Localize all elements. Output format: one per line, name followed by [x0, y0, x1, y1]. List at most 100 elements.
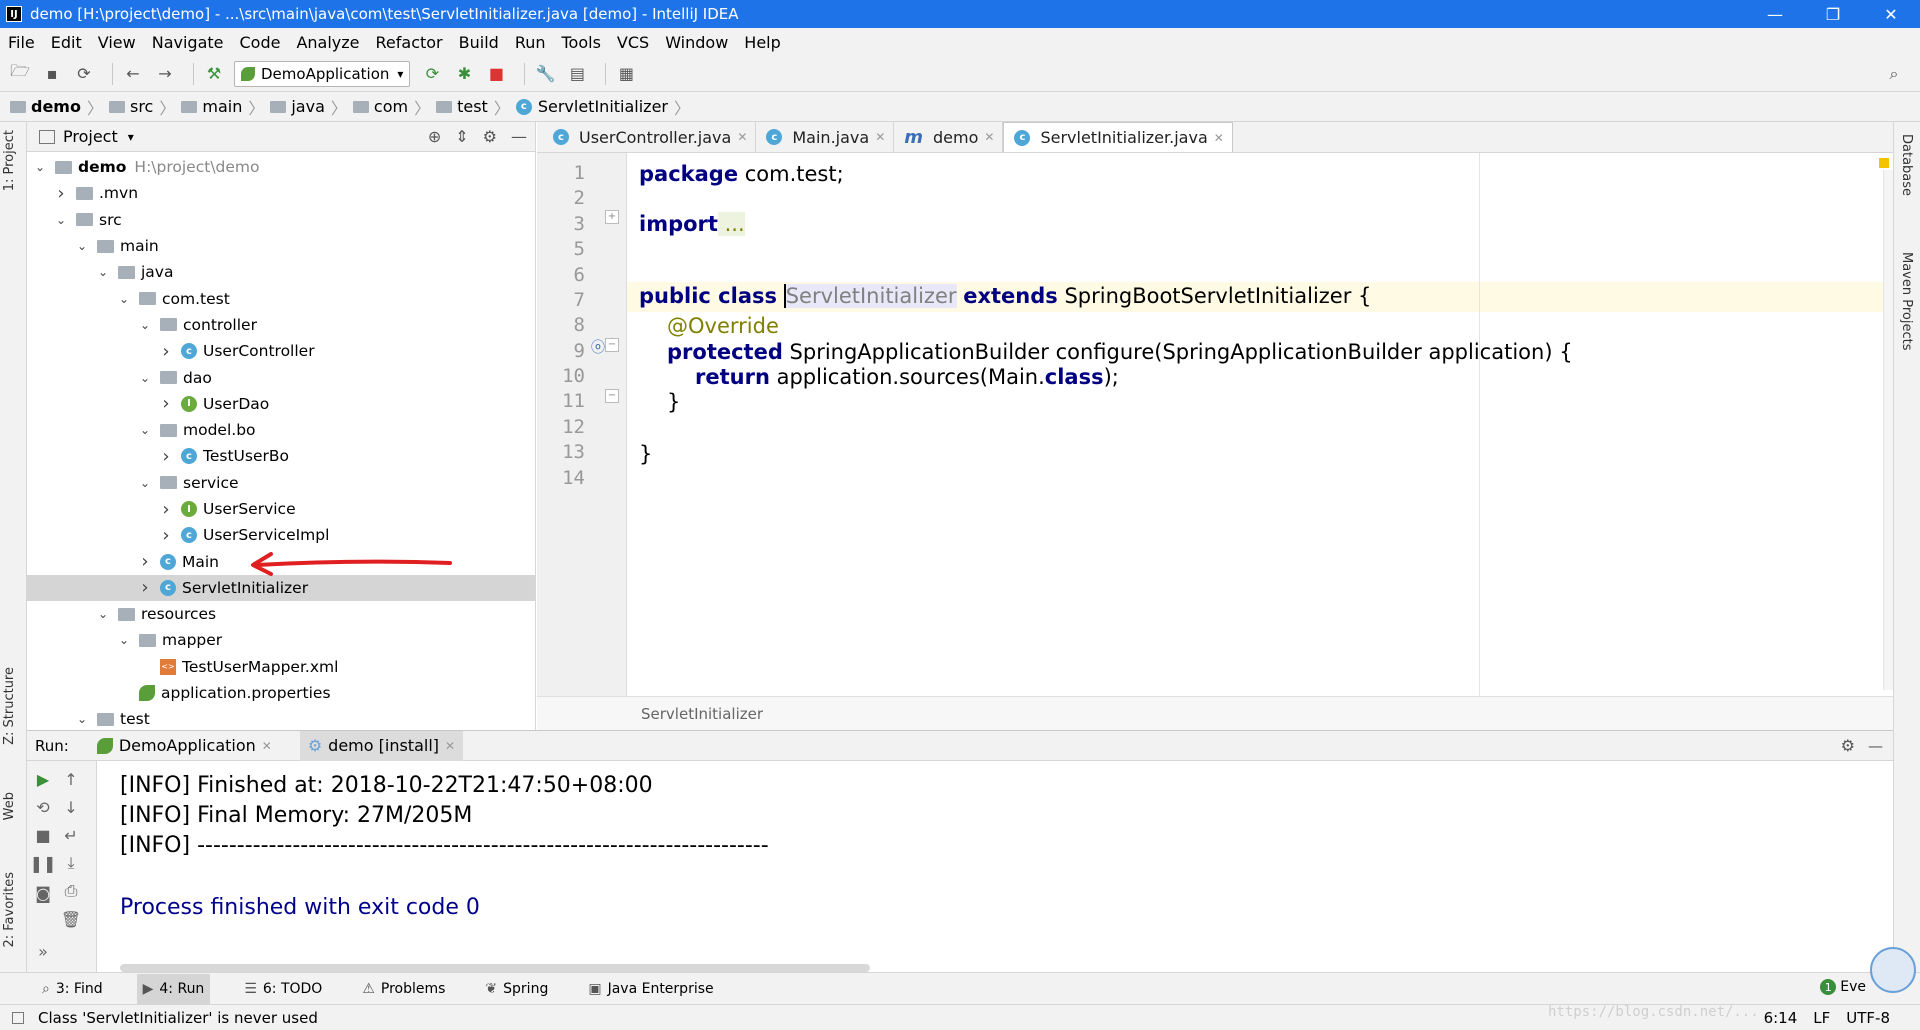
tree-item[interactable]: › I UserDao [27, 391, 535, 417]
menu-navigate[interactable]: Navigate [152, 33, 224, 52]
maximize-button[interactable]: ❐ [1804, 0, 1862, 28]
project-structure-icon[interactable]: ▤ [565, 62, 589, 86]
menu-file[interactable]: File [8, 33, 35, 52]
breadcrumb-item[interactable]: com 〉 [352, 95, 430, 119]
scroll-to-end-icon[interactable]: ⤓ [61, 853, 81, 873]
chevron-down-icon[interactable]: ⌄ [96, 265, 110, 279]
editor-tab[interactable]: c ServletInitializer.java ✕ [1003, 122, 1233, 152]
web-tool-tab[interactable]: Web [2, 792, 17, 820]
tree-item[interactable]: ⌄ mapper [27, 627, 535, 653]
minimize-button[interactable]: — [1746, 0, 1804, 28]
chevron-down-icon[interactable]: ⌄ [96, 607, 110, 621]
menu-tools[interactable]: Tools [562, 33, 601, 52]
maven-tool-tab[interactable]: Maven Projects [1899, 252, 1914, 351]
camera-icon[interactable]: ◙ [33, 883, 53, 903]
menu-view[interactable]: View [98, 33, 136, 52]
search-icon[interactable]: ⌕ [1882, 62, 1906, 86]
open-folder-icon[interactable]: 🗁 [8, 61, 32, 86]
chevron-right-icon[interactable]: › [159, 499, 173, 520]
breadcrumb-item[interactable]: demo 〉 [10, 95, 103, 119]
chevron-down-icon[interactable]: ⌄ [117, 292, 131, 306]
tree-item[interactable]: › .mvn [27, 180, 535, 206]
close-icon[interactable]: ✕ [984, 130, 994, 144]
forward-icon[interactable]: → [153, 62, 177, 86]
scroll-down-icon[interactable]: ↓ [61, 797, 81, 817]
structure-tool-tab[interactable]: Z: Structure [2, 667, 17, 745]
code-area[interactable]: package com.test; import ... public clas… [537, 153, 1893, 696]
build-hammer-icon[interactable]: ⚒ [202, 62, 226, 86]
sync-icon[interactable]: ⟳ [72, 62, 96, 86]
run-tab[interactable]: ⚙ demo [install] ✕ [299, 730, 464, 761]
rerun-play-icon[interactable]: ▶ [33, 769, 53, 789]
editor-tab[interactable]: c Main.java ✕ [756, 122, 895, 152]
editor-scrollbar[interactable] [1883, 170, 1893, 690]
soft-wrap-icon[interactable]: ↵ [61, 825, 81, 845]
menu-analyze[interactable]: Analyze [296, 33, 359, 52]
tree-item[interactable]: ⌄ demo H:\project\demo [27, 154, 535, 180]
tree-item[interactable]: <> TestUserMapper.xml [27, 654, 535, 680]
close-icon[interactable]: ✕ [445, 739, 455, 753]
close-icon[interactable]: ✕ [737, 130, 747, 144]
settings-wrench-icon[interactable]: 🔧 [533, 62, 557, 86]
stop-icon[interactable]: ■ [484, 62, 508, 86]
breadcrumb-item[interactable]: src 〉 [108, 95, 175, 119]
collapse-all-icon[interactable]: ⇕ [455, 127, 468, 146]
chevron-right-icon[interactable]: › [138, 577, 152, 598]
caret-position[interactable]: 6:14 [1764, 1009, 1798, 1027]
gear-icon[interactable]: ⚙ [483, 127, 497, 146]
chevron-right-icon[interactable]: › [54, 183, 68, 204]
breadcrumb-item[interactable]: test 〉 [436, 95, 510, 119]
print-icon[interactable]: ⎙ [61, 881, 81, 901]
tree-item[interactable]: application.properties [27, 680, 535, 706]
chevron-right-icon[interactable]: › [159, 446, 173, 467]
assistant-avatar[interactable] [1870, 947, 1916, 993]
hide-panel-icon[interactable]: — [1868, 737, 1883, 755]
chevron-down-icon[interactable]: ⌄ [75, 239, 89, 253]
close-icon[interactable]: ✕ [875, 130, 885, 144]
menu-build[interactable]: Build [459, 33, 499, 52]
sdk-icon[interactable]: ▦ [614, 62, 638, 86]
save-icon[interactable]: ▪ [40, 62, 64, 86]
gear-icon[interactable]: ⚙ [1841, 736, 1855, 755]
tree-item[interactable]: › c UserController [27, 338, 535, 364]
bottom-tool-problems[interactable]: ⚠ Problems [356, 974, 451, 1004]
chevron-right-icon[interactable]: › [159, 341, 173, 362]
locate-target-icon[interactable]: ⊕ [428, 127, 441, 146]
warning-marker[interactable] [1879, 158, 1889, 168]
menu-help[interactable]: Help [744, 33, 780, 52]
event-log[interactable]: 1 Eve [1820, 979, 1866, 995]
back-icon[interactable]: ← [121, 62, 145, 86]
tree-item[interactable]: ⌄ service [27, 470, 535, 496]
rerun-icon[interactable]: ⟳ [420, 62, 444, 86]
tree-item[interactable]: ⌄ main [27, 233, 535, 259]
stop-icon[interactable]: ■ [33, 825, 53, 845]
trash-icon[interactable]: 🗑 [61, 909, 81, 929]
chevron-right-icon[interactable]: › [138, 551, 152, 572]
menu-run[interactable]: Run [515, 33, 546, 52]
bottom-tool--run[interactable]: ▶ 4: Run [136, 973, 211, 1004]
favorites-tool-tab[interactable]: 2: Favorites [2, 872, 17, 948]
pause-icon[interactable]: ❚❚ [30, 853, 57, 873]
close-icon[interactable]: ✕ [1214, 131, 1224, 145]
editor-tab[interactable]: m demo ✕ [894, 122, 1004, 152]
chevron-down-icon[interactable]: ⌄ [75, 712, 89, 726]
bottom-tool-java-enterprise[interactable]: ▣ Java Enterprise [582, 974, 719, 1004]
folded-imports[interactable]: ... [717, 212, 745, 236]
menu-edit[interactable]: Edit [51, 33, 82, 52]
debug-icon[interactable]: ⟲ [33, 797, 53, 817]
chevron-right-icon[interactable]: › [159, 393, 173, 414]
tree-item[interactable]: ⌄ dao [27, 364, 535, 390]
menu-window[interactable]: Window [665, 33, 728, 52]
bottom-tool--find[interactable]: ⌕ 3: Find [36, 974, 109, 1004]
tree-item[interactable]: ⌄ src [27, 207, 535, 233]
bottom-tool--todo[interactable]: ☰ 6: TODO [238, 974, 328, 1004]
bottom-tool-spring[interactable]: ❦ Spring [479, 974, 554, 1004]
debug-bug-icon[interactable]: ✱ [452, 62, 476, 86]
menu-refactor[interactable]: Refactor [376, 33, 443, 52]
chevron-down-icon[interactable]: ⌄ [117, 633, 131, 647]
tree-item[interactable]: ⌄ java [27, 259, 535, 285]
chevron-down-icon[interactable]: ⌄ [33, 160, 47, 174]
breadcrumb-item[interactable]: java 〉 [270, 95, 347, 119]
run-configuration-select[interactable]: DemoApplication ▾ [234, 60, 411, 87]
chevron-down-icon[interactable]: ⌄ [54, 213, 68, 227]
